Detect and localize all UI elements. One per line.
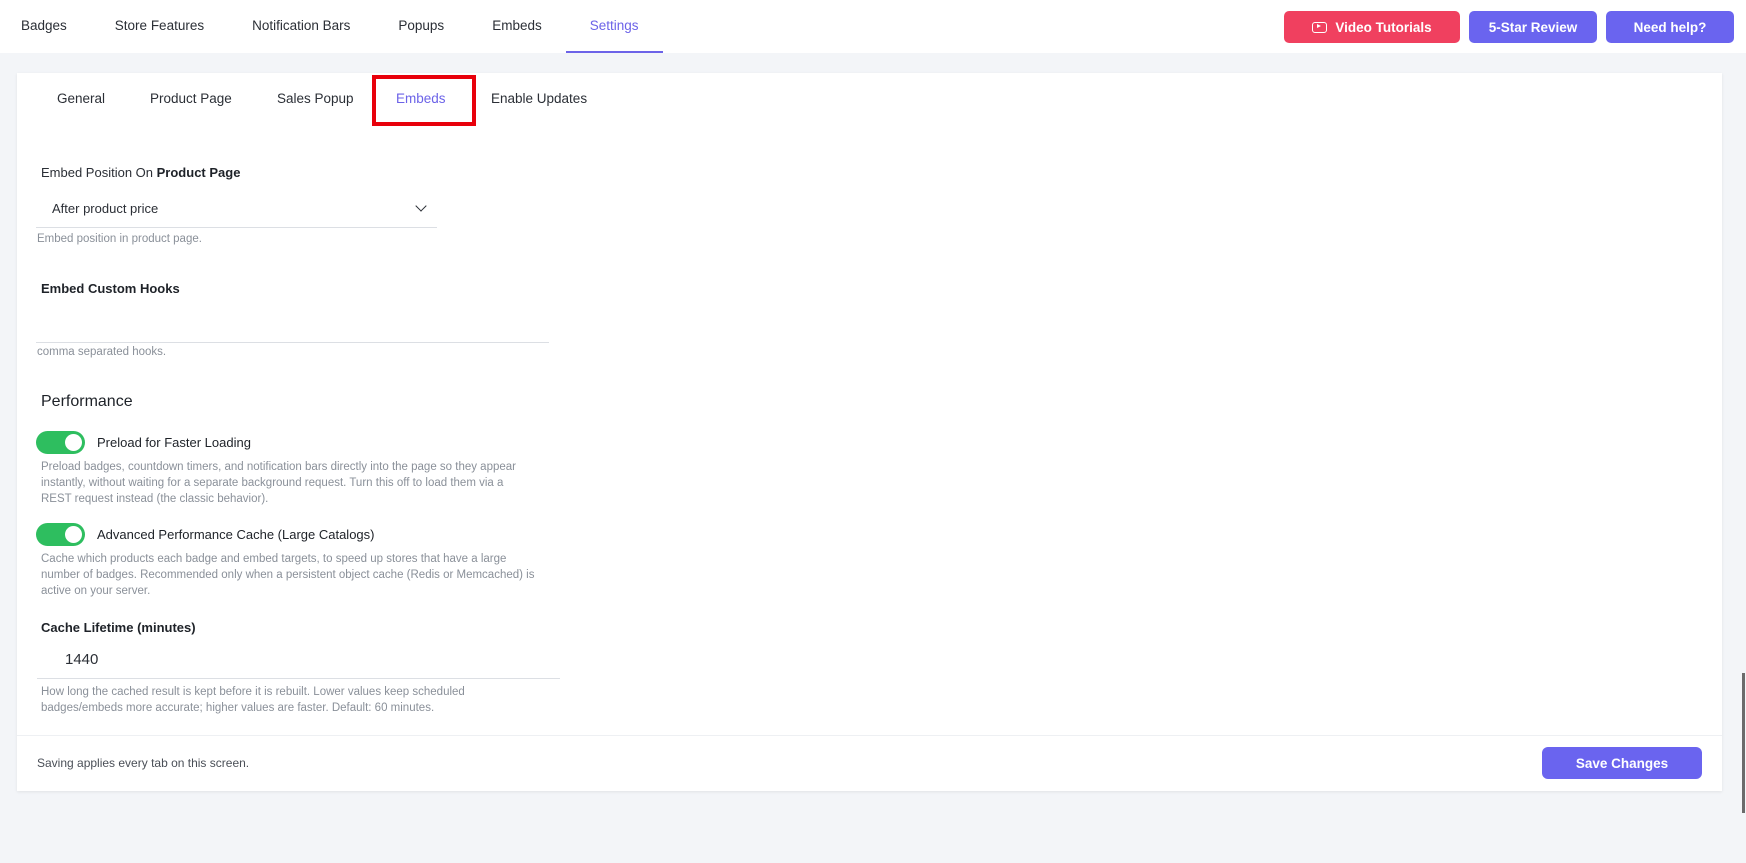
- cache-lifetime-input[interactable]: 1440: [37, 641, 560, 679]
- need-help-button[interactable]: Need help?: [1606, 11, 1734, 43]
- embed-position-label-prefix: Embed Position On: [41, 165, 154, 180]
- embed-position-label-bold: Product Page: [156, 165, 241, 180]
- toggle-knob: [65, 526, 82, 543]
- toggle-knob: [65, 434, 82, 451]
- cache-lifetime-label: Cache Lifetime (minutes): [41, 620, 196, 635]
- subtab-general[interactable]: General: [57, 91, 105, 106]
- subtab-sales-popup[interactable]: Sales Popup: [277, 91, 354, 106]
- top-bar: Badges Store Features Notification Bars …: [0, 0, 1746, 53]
- video-tutorials-label: Video Tutorials: [1335, 19, 1432, 35]
- subtab-embeds[interactable]: Embeds: [396, 91, 446, 106]
- preload-help-line: REST request instead (the classic behavi…: [41, 493, 269, 505]
- performance-cache-toggle[interactable]: [36, 523, 85, 546]
- preload-help-line: instantly, without waiting for a separat…: [41, 477, 504, 489]
- preload-label: Preload for Faster Loading: [97, 435, 251, 450]
- subtab-enable-updates[interactable]: Enable Updates: [491, 91, 587, 106]
- embed-position-label: Embed Position On Product Page: [41, 165, 240, 180]
- five-star-review-button[interactable]: 5-Star Review: [1469, 11, 1597, 43]
- scrollbar-thumb[interactable]: [1742, 673, 1745, 813]
- nav-store-features[interactable]: Store Features: [91, 0, 228, 53]
- cache-lifetime-help-line: badges/embeds more accurate; higher valu…: [41, 702, 435, 714]
- subtab-product-page[interactable]: Product Page: [150, 91, 232, 106]
- performance-section-title: Performance: [41, 393, 133, 410]
- custom-hooks-help: comma separated hooks.: [37, 346, 167, 358]
- preload-help: Preload badges, countdown timers, and no…: [41, 459, 516, 507]
- chevron-down-icon: [415, 200, 427, 212]
- embed-position-value: After product price: [52, 201, 159, 216]
- page-scrollbar[interactable]: [1739, 53, 1745, 833]
- performance-cache-label: Advanced Performance Cache (Large Catalo…: [97, 527, 375, 542]
- nav-badges[interactable]: Badges: [0, 0, 91, 53]
- cache-lifetime-help-line: How long the cached result is kept befor…: [41, 686, 465, 698]
- nav-settings[interactable]: Settings: [565, 0, 663, 53]
- embed-position-select[interactable]: After product price: [36, 190, 437, 228]
- video-play-icon: [1312, 21, 1328, 33]
- nav-popups[interactable]: Popups: [374, 0, 468, 53]
- custom-hooks-label: Embed Custom Hooks: [41, 281, 180, 296]
- performance-cache-help-line: Cache which products each badge and embe…: [41, 553, 507, 565]
- cache-lifetime-help: How long the cached result is kept befor…: [41, 684, 465, 716]
- main-nav: Badges Store Features Notification Bars …: [0, 0, 663, 53]
- nav-notification-bars[interactable]: Notification Bars: [228, 0, 374, 53]
- settings-card: General Product Page Sales Popup Embeds …: [17, 73, 1722, 791]
- nav-embeds[interactable]: Embeds: [468, 0, 566, 53]
- preload-help-line: Preload badges, countdown timers, and no…: [41, 461, 516, 473]
- save-changes-button[interactable]: Save Changes: [1542, 747, 1702, 779]
- performance-cache-help-line: active on your server.: [41, 585, 151, 597]
- embed-position-help: Embed position in product page.: [37, 233, 202, 245]
- header-actions: Video Tutorials 5-Star Review Need help?: [1284, 11, 1734, 43]
- video-tutorials-button[interactable]: Video Tutorials: [1284, 11, 1460, 43]
- performance-cache-help-line: number of badges. Recommended only when …: [41, 569, 535, 581]
- performance-cache-help: Cache which products each badge and embe…: [41, 551, 534, 599]
- card-footer: Saving applies every tab on this screen.…: [17, 735, 1722, 791]
- custom-hooks-input[interactable]: [36, 308, 549, 343]
- footer-note: Saving applies every tab on this screen.: [37, 756, 250, 770]
- preload-toggle[interactable]: [36, 431, 85, 454]
